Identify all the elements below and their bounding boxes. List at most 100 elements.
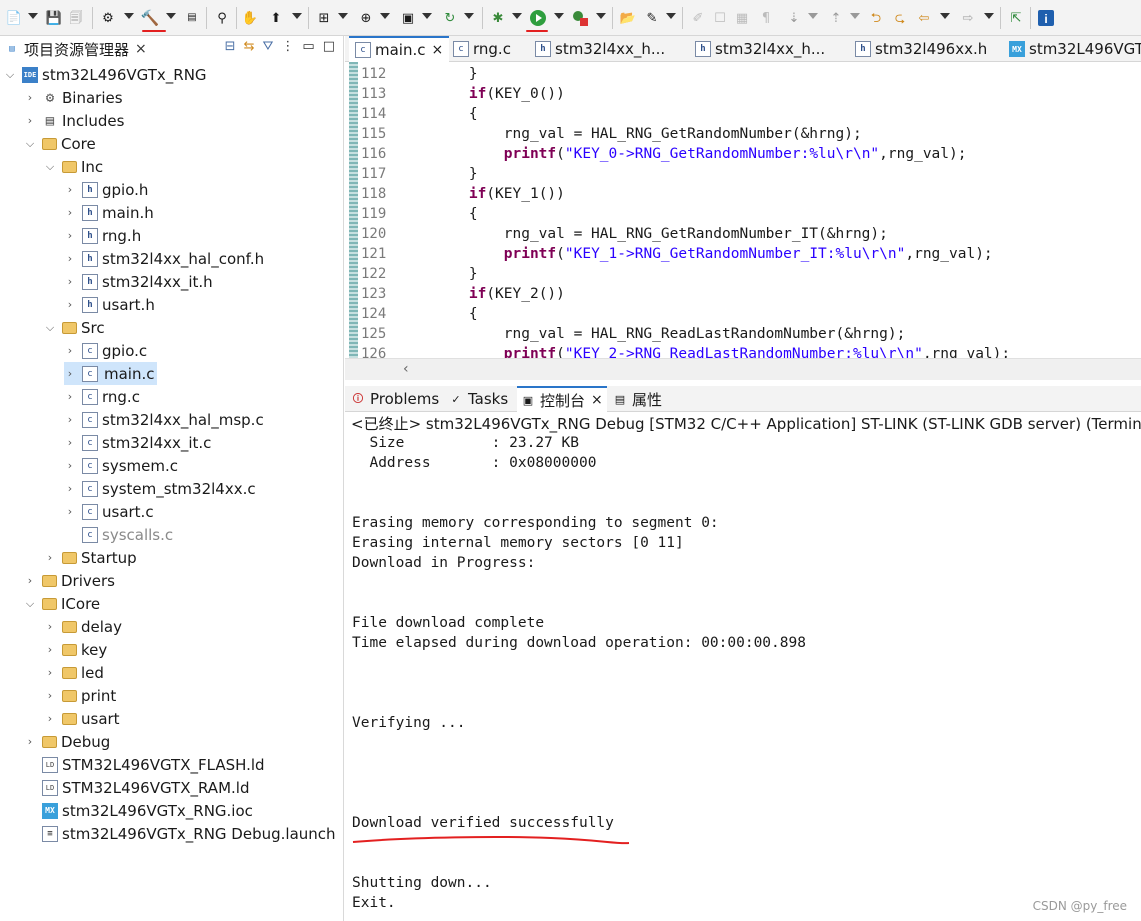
new-icon[interactable]: 📄 (4, 8, 24, 28)
tree-item[interactable]: › c stm32l4xx_hal_msp.c (64, 408, 264, 431)
tree-item[interactable]: › c gpio.c (64, 339, 147, 362)
close-icon[interactable]: × (135, 41, 147, 57)
flash-dropdown-arrow[interactable] (292, 13, 302, 19)
chevron-right-icon[interactable]: › (64, 482, 76, 495)
chevron-right-icon[interactable]: › (44, 620, 56, 633)
bug-icon[interactable]: ✱ (488, 8, 508, 28)
chevron-right-icon[interactable]: › (44, 643, 56, 656)
collapse-all-icon[interactable]: ⊟ (225, 39, 236, 54)
view-menu-icon[interactable]: ⋮ (281, 39, 294, 54)
build-dropdown-arrow[interactable] (166, 13, 176, 19)
chevron-right-icon[interactable]: › (64, 367, 76, 380)
wand-icon[interactable]: ✎ (642, 8, 662, 28)
tree-item[interactable]: › Drivers (24, 569, 115, 592)
chevron-down-icon[interactable]: ⌵ (4, 68, 16, 82)
chevron-right-icon[interactable]: › (64, 459, 76, 472)
tree-item[interactable]: c syscalls.c (64, 523, 173, 546)
filter-icon[interactable]: ⛛ (262, 39, 273, 54)
chevron-down-icon[interactable]: ⌵ (24, 137, 36, 151)
forward-icon[interactable]: ⮎ (890, 8, 910, 28)
maximize-icon[interactable]: □ (323, 39, 335, 54)
tree-item[interactable]: › h gpio.h (64, 178, 149, 201)
tree-item[interactable]: › h usart.h (64, 293, 155, 316)
debug-icon[interactable]: ⚲ (212, 8, 232, 28)
tab-main-c[interactable]: c main.c × (349, 36, 449, 62)
tab-properties[interactable]: ▤ 属性 (613, 386, 662, 412)
run-debug-dropdown-arrow[interactable] (422, 13, 432, 19)
tree-item[interactable]: ⌵ IDE stm32L496VGTx_RNG (4, 63, 207, 86)
chevron-right-icon[interactable]: › (44, 666, 56, 679)
tree-item[interactable]: › c sysmem.c (64, 454, 178, 477)
chevron-right-icon[interactable]: › (64, 413, 76, 426)
tree-item[interactable]: LD STM32L496VGTX_FLASH.ld (24, 753, 265, 776)
tree-item[interactable]: LD STM32L496VGTX_RAM.ld (24, 776, 249, 799)
flash-icon[interactable]: ⬆ (266, 8, 286, 28)
build-hammer-icon[interactable]: 🔨 (140, 8, 160, 28)
search-icon[interactable]: ⊕ (356, 8, 376, 28)
chevron-right-icon[interactable]: › (64, 298, 76, 311)
annotation-icon[interactable]: ⇡ (826, 8, 846, 28)
tree-item[interactable]: › ⚙ Binaries (24, 86, 123, 109)
run-dropdown-arrow[interactable] (554, 13, 564, 19)
chevron-right-icon[interactable]: › (24, 91, 36, 104)
step-icon[interactable]: ⇣ (784, 8, 804, 28)
scroll-left-icon[interactable]: ‹ (403, 361, 409, 377)
project-explorer-tab[interactable]: ▤ 项目资源管理器 × (0, 36, 150, 62)
tab-stm32l4xx-h-2[interactable]: h stm32l4xx_h... (695, 36, 825, 62)
nav-forward-icon[interactable]: ⇨ (958, 8, 978, 28)
chevron-down-icon[interactable]: ⌵ (44, 160, 56, 174)
new-class-dropdown-arrow[interactable] (338, 13, 348, 19)
run-icon[interactable] (528, 8, 548, 28)
save-icon[interactable]: 💾 (44, 8, 64, 28)
new-dropdown-arrow[interactable] (28, 13, 38, 19)
tab-problems[interactable]: 🛈 Problems (351, 386, 439, 412)
tree-item[interactable]: ⌵ ICore (24, 592, 100, 615)
new-class-icon[interactable]: ⊞ (314, 8, 334, 28)
chevron-right-icon[interactable]: › (64, 436, 76, 449)
tree-item[interactable]: › c system_stm32l4xx.c (64, 477, 256, 500)
tree-item[interactable]: ⌵ Src (44, 316, 105, 339)
stop-icon[interactable] (570, 8, 590, 28)
chevron-right-icon[interactable]: › (64, 505, 76, 518)
editor-horizontal-scrollbar[interactable]: ‹ (345, 358, 1141, 380)
pencil-icon[interactable]: ✐ (688, 8, 708, 28)
tree-item[interactable]: MX stm32L496VGTx_RNG.ioc (24, 799, 253, 822)
chevron-right-icon[interactable]: › (64, 206, 76, 219)
toggle-icon[interactable]: ☐ (710, 8, 730, 28)
chevron-right-icon[interactable]: › (64, 183, 76, 196)
save-all-icon[interactable]: 🗐 (66, 8, 86, 28)
tree-item[interactable]: › h rng.h (64, 224, 141, 247)
code-editor[interactable]: 112 } 113 if(KEY_0()) 114 {115 rng_val = H… (345, 62, 1141, 358)
chevron-right-icon[interactable]: › (44, 689, 56, 702)
console-output[interactable]: Size : 23.27 KB Address : 0x08000000 Eras… (345, 435, 1141, 921)
tree-item[interactable]: › led (44, 661, 104, 684)
tree-item[interactable]: › delay (44, 615, 122, 638)
tree-item[interactable]: › Debug (24, 730, 111, 753)
build-config-icon[interactable]: ▤ (182, 8, 202, 28)
tree-item[interactable]: › print (44, 684, 116, 707)
minimize-icon[interactable]: ▭ (302, 39, 314, 54)
tree-item[interactable]: › h main.h (64, 201, 154, 224)
annotation-dropdown-arrow[interactable] (850, 13, 860, 19)
chevron-right-icon[interactable]: › (44, 712, 56, 725)
settings-icon[interactable]: ⚙ (98, 8, 118, 28)
chevron-down-icon[interactable]: ⌵ (44, 321, 56, 335)
close-icon[interactable]: × (432, 42, 444, 58)
paragraph-icon[interactable]: ¶ (756, 8, 776, 28)
hand-icon[interactable]: ✋ (240, 8, 260, 28)
wand-dropdown-arrow[interactable] (666, 13, 676, 19)
chevron-right-icon[interactable]: › (64, 344, 76, 357)
tree-item[interactable]: › usart (44, 707, 120, 730)
chevron-right-icon[interactable]: › (64, 229, 76, 242)
open-folder-icon[interactable]: 📂 (618, 8, 638, 28)
tab-stm32l496vgt-ioc[interactable]: MX stm32L496VGT... (1009, 36, 1141, 62)
tab-rng-c[interactable]: c rng.c (451, 36, 511, 62)
nav-back-icon[interactable]: ⇦ (914, 8, 934, 28)
chevron-down-icon[interactable]: ⌵ (24, 597, 36, 611)
bug-dropdown-arrow[interactable] (512, 13, 522, 19)
tree-item[interactable]: › c main.c (64, 362, 157, 385)
tree-item[interactable]: ⌵ Inc (44, 155, 103, 178)
chevron-right-icon[interactable]: › (64, 275, 76, 288)
tree-item[interactable]: › key (44, 638, 107, 661)
print-icon[interactable]: ▦ (732, 8, 752, 28)
